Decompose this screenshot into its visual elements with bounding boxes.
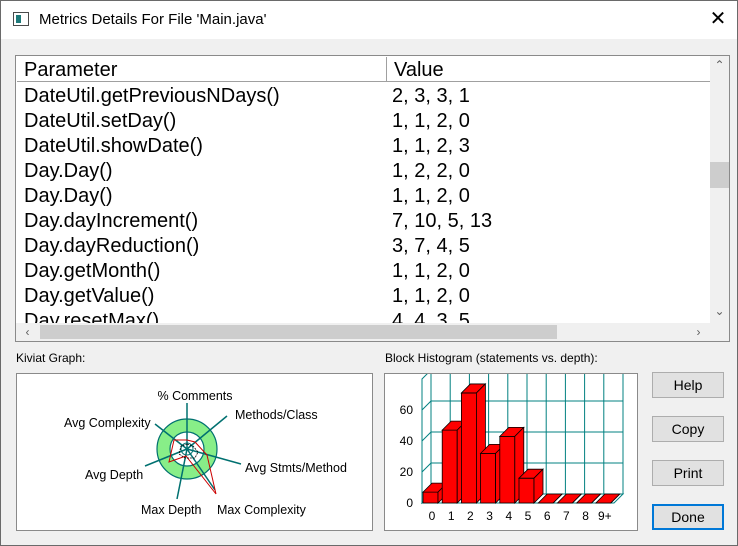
table-row[interactable]: DateUtil.setDay() 1, 1, 2, 0 — [17, 109, 710, 134]
horizontal-scroll-thumb[interactable] — [40, 325, 557, 339]
table-row[interactable]: DateUtil.showDate() 1, 1, 2, 3 — [17, 134, 710, 159]
scrollbar-corner — [710, 323, 729, 341]
y-tick-label: 40 — [400, 434, 414, 448]
histogram-bar-face — [422, 491, 439, 504]
kiviat-axis-label: Avg Stmts/Method — [245, 461, 347, 475]
parameter-cell: DateUtil.showDate() — [24, 135, 203, 157]
metrics-details-dialog: Metrics Details For File 'Main.java' ✕ P… — [0, 0, 738, 546]
parameter-cell: Day.dayIncrement() — [24, 210, 199, 232]
table-row[interactable]: DateUtil.getPreviousNDays() 2, 3, 3, 1 — [17, 84, 710, 109]
done-button[interactable]: Done — [652, 504, 724, 530]
kiviat-axis-label: Avg Complexity — [64, 416, 151, 430]
scroll-down-icon[interactable]: ⌄ — [710, 302, 729, 320]
x-tick-label: 0 — [429, 509, 436, 523]
value-cell: 1, 1, 2, 3 — [392, 135, 470, 157]
value-cell: 1, 2, 2, 0 — [392, 160, 470, 182]
parameter-cell: Day.dayReduction() — [24, 235, 200, 257]
kiviat-graph: % Comments Methods/Class Avg Stmts/Metho… — [64, 389, 347, 517]
metrics-table[interactable]: Parameter Value DateUtil.getPreviousNDay… — [15, 55, 730, 342]
scroll-left-icon[interactable]: ‹ — [18, 323, 37, 341]
title-bar: Metrics Details For File 'Main.java' ✕ — [1, 1, 737, 39]
x-tick-label: 9+ — [598, 509, 612, 523]
table-row[interactable]: Day.Day() 1, 2, 2, 0 — [17, 159, 710, 184]
value-cell: 2, 3, 3, 1 — [392, 85, 470, 107]
histogram-bar-face — [518, 477, 535, 504]
histogram-bar-face — [499, 435, 516, 504]
scroll-right-icon[interactable]: › — [689, 323, 708, 341]
kiviat-axis-label: Max Depth — [141, 503, 201, 517]
histogram-side-wall — [421, 368, 432, 505]
value-cell: 1, 1, 2, 0 — [392, 110, 470, 132]
parameter-cell: DateUtil.setDay() — [24, 110, 177, 132]
scroll-up-icon[interactable]: ⌃ — [710, 56, 729, 74]
window-title: Metrics Details For File 'Main.java' — [39, 11, 267, 28]
value-cell: 4, 4, 3, 5 — [392, 310, 470, 324]
table-row[interactable]: Day.dayReduction() 3, 7, 4, 5 — [17, 234, 710, 259]
kiviat-axis-label: Avg Depth — [85, 468, 143, 482]
table-rows: DateUtil.getPreviousNDays() 2, 3, 3, 1 Da… — [17, 84, 710, 324]
value-cell: 1, 1, 2, 0 — [392, 285, 470, 307]
x-tick-label: 1 — [448, 509, 455, 523]
y-tick-label: 0 — [406, 496, 413, 510]
help-button[interactable]: Help — [652, 372, 724, 398]
column-header-value[interactable]: Value — [387, 57, 710, 82]
kiviat-graph-panel: % Comments Methods/Class Avg Stmts/Metho… — [16, 373, 373, 531]
table-row[interactable]: Day.Day() 1, 1, 2, 0 — [17, 184, 710, 209]
column-header-parameter[interactable]: Parameter — [17, 57, 387, 82]
kiviat-axis-label: Max Complexity — [217, 503, 307, 517]
histogram-bar-face — [441, 429, 458, 504]
x-tick-label: 7 — [563, 509, 570, 523]
print-button[interactable]: Print — [652, 460, 724, 486]
table-row[interactable]: Day.getValue() 1, 1, 2, 0 — [17, 284, 710, 309]
block-histogram-chart: 02040600 1 2 3 4 5 6 7 8 9+ — [400, 368, 625, 523]
vertical-scroll-thumb[interactable] — [710, 162, 729, 188]
close-icon[interactable]: ✕ — [707, 7, 729, 31]
table-row[interactable]: Day.getMonth() 1, 1, 2, 0 — [17, 259, 710, 284]
y-tick-label: 20 — [400, 465, 414, 479]
block-histogram-panel: 0 20 40 60 0 1 2 3 4 5 6 7 8 9+ — [384, 368, 638, 531]
table-row[interactable]: Day.dayIncrement() 7, 10, 5, 13 — [17, 209, 710, 234]
histogram-bar — [518, 468, 544, 504]
parameter-cell: Day.Day() — [24, 185, 113, 207]
copy-button[interactable]: Copy — [652, 416, 724, 442]
x-tick-label: 6 — [544, 509, 551, 523]
histogram-bar-face — [461, 392, 477, 504]
x-tick-label: 4 — [505, 509, 512, 523]
kiviat-graph-label: Kiviat Graph: — [16, 351, 86, 365]
value-cell: 1, 1, 2, 0 — [392, 185, 470, 207]
x-tick-label: 5 — [525, 509, 532, 523]
parameter-cell: Day.Day() — [24, 160, 113, 182]
value-cell: 3, 7, 4, 5 — [392, 235, 470, 257]
parameter-cell: Day.getMonth() — [24, 260, 161, 282]
kiviat-axis-label: % Comments — [157, 389, 232, 403]
value-cell: 7, 10, 5, 13 — [392, 210, 493, 232]
histogram-bar-face — [480, 453, 496, 504]
parameter-cell: DateUtil.getPreviousNDays() — [24, 85, 280, 107]
window-icon — [13, 12, 29, 26]
parameter-cell: Day.resetMax() — [24, 310, 160, 324]
value-cell: 1, 1, 2, 0 — [392, 260, 470, 282]
x-tick-label: 8 — [582, 509, 589, 523]
block-histogram-label: Block Histogram (statements vs. depth): — [385, 351, 598, 365]
x-tick-label: 3 — [486, 509, 493, 523]
kiviat-axis-label: Methods/Class — [235, 408, 318, 422]
y-tick-label: 60 — [400, 403, 414, 417]
table-row[interactable]: Day.resetMax() 4, 4, 3, 5 — [17, 309, 710, 324]
horizontal-scrollbar[interactable]: ‹ › — [16, 323, 710, 341]
x-tick-label: 2 — [467, 509, 474, 523]
vertical-scrollbar[interactable]: ⌃ ⌄ — [710, 56, 729, 323]
parameter-cell: Day.getValue() — [24, 285, 155, 307]
table-header: Parameter Value — [17, 57, 710, 83]
